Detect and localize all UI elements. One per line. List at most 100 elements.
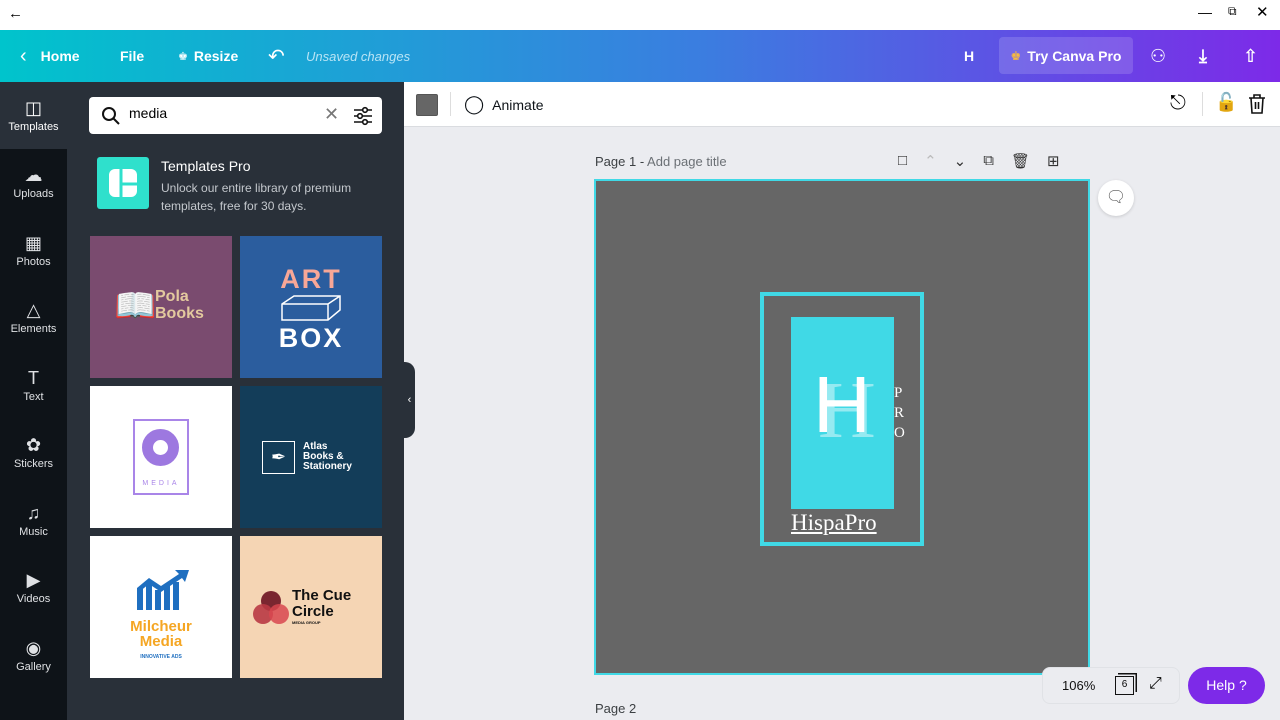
close-window-icon[interactable]: ✕ (1256, 3, 1269, 21)
template-milcheur-media[interactable]: Milcheur Media INNOVATIVE ADS (90, 536, 232, 678)
publish-icon[interactable]: ⇧ (1243, 30, 1258, 82)
search-input[interactable] (129, 105, 319, 121)
sidebar-item-label: Elements (10, 323, 57, 335)
logo-side-letter: R (894, 405, 905, 421)
divider (1202, 92, 1203, 116)
template-text: Pola (155, 288, 189, 305)
sidebar-item-videos[interactable]: ▶ Videos (0, 555, 67, 622)
promo-desc-line: Unlock our entire library of premium (161, 181, 352, 195)
filter-sliders-icon[interactable] (353, 106, 373, 126)
image-icon: ▦ (24, 232, 42, 253)
animate-icon: ◯ (464, 94, 485, 114)
sidebar-item-label: Photos (16, 255, 51, 268)
top-header: ‹ Home File ♚ Resize ↶ Unsaved changes H ♚… (0, 30, 1280, 82)
file-label: File (120, 48, 145, 64)
sidebar-item-photos[interactable]: ▦ Photos (0, 217, 67, 284)
templates-pro-logo[interactable] (97, 157, 149, 209)
download-icon[interactable]: ⤓ (1199, 30, 1207, 82)
template-art-box[interactable]: ART BOX (240, 236, 382, 378)
logo-block[interactable]: H H (791, 317, 894, 509)
template-text: Media (139, 633, 183, 650)
add-page-icon[interactable]: ⊞ (1047, 152, 1060, 170)
sidebar-item-uploads[interactable]: ☁ Uploads (0, 150, 67, 217)
sidebar-item-templates[interactable]: ◫ Templates (0, 82, 67, 149)
logo-name[interactable]: HispaPro (791, 510, 877, 536)
share-people-icon[interactable]: ⚇ (1150, 30, 1166, 82)
page-actions: □ ⌃ ⌄ ⧉ 🗑 ⊞ (898, 152, 1060, 170)
template-text: ART (280, 264, 342, 294)
editor-toolbar: ◯ Animate ⎋ 🔓 (404, 82, 1280, 127)
template-text: Milcheur (130, 618, 192, 635)
fullscreen-icon[interactable]: ⤢ (1149, 675, 1162, 693)
page-title-input[interactable]: Add page title (647, 154, 727, 169)
sticker-icon: ✿ (25, 435, 42, 455)
home-label: Home (40, 48, 80, 64)
home-button[interactable]: ‹ Home (20, 30, 80, 82)
template-media[interactable]: MEDIA (90, 386, 232, 528)
paint-roller-icon[interactable]: ⎋ (1170, 92, 1186, 115)
template-text: BOX (278, 323, 344, 353)
sidebar-item-text[interactable]: T Text (0, 352, 67, 419)
user-avatar[interactable]: H (964, 30, 974, 82)
crown-icon: ♚ (1010, 48, 1022, 63)
help-button[interactable]: Help ? (1188, 667, 1265, 704)
templates-pro-icon (109, 169, 137, 197)
crown-icon: ♚ (178, 50, 188, 63)
sidebar-item-elements[interactable]: △ Elements (0, 285, 67, 352)
trash-icon[interactable] (1248, 94, 1266, 114)
sidebar-item-music[interactable]: ♫ Music (0, 487, 67, 554)
templates-panel: ✕ Templates Pro Unlock our entire librar… (67, 82, 404, 720)
template-pola-books[interactable]: 📖 Pola Books (90, 236, 232, 378)
logo-letter: H (813, 360, 871, 449)
sidebar-item-label: Videos (16, 593, 51, 605)
background-color-swatch[interactable] (416, 94, 438, 116)
undo-icon[interactable]: ↶ (268, 30, 285, 82)
move-up-icon[interactable]: ⌃ (924, 152, 937, 170)
ring-logo-icon (142, 429, 179, 466)
page-1-header: Page 1 - Add page title (595, 154, 727, 169)
template-atlas-books[interactable]: ✒ Atlas Books & Stationery (240, 386, 382, 528)
template-text: Stationery (303, 461, 352, 472)
duplicate-page-icon[interactable]: ⧉ (983, 152, 994, 170)
templates-icon: ◫ (24, 97, 42, 118)
template-cue-circle[interactable]: The Cue Circle MEDIA GROUP (240, 536, 382, 678)
unlock-icon[interactable]: 🔓 (1215, 92, 1237, 113)
page-count-button[interactable]: 6 (1115, 676, 1134, 695)
animate-button[interactable]: ◯ Animate (464, 94, 544, 115)
upload-cloud-icon: ☁ (24, 165, 43, 185)
feather-icon: ✒ (262, 441, 295, 474)
promo-desc-line: templates, free for 30 days. (161, 199, 307, 213)
box-icon (281, 295, 341, 321)
collapse-panel-handle[interactable]: ‹ (404, 362, 415, 438)
sidebar-item-stickers[interactable]: ✿ Stickers (0, 420, 67, 487)
zoom-level[interactable]: 106% (1062, 678, 1095, 693)
design-canvas-page-1[interactable]: H H PRO HispaPro (594, 179, 1090, 675)
add-comment-icon[interactable]: 🗨 (1098, 180, 1134, 216)
text-icon: T (28, 367, 39, 388)
file-menu[interactable]: File (120, 30, 144, 82)
back-arrow-icon[interactable]: ← (8, 5, 23, 22)
circles-logo-icon (253, 591, 289, 624)
template-text: MEDIA (142, 480, 180, 487)
sidebar-item-label: Templates (8, 120, 59, 133)
zoom-controls: 106% 6 ⤢ (1042, 667, 1180, 704)
logo-side-text[interactable]: PRO (894, 383, 905, 443)
sidebar-item-label: Gallery (16, 660, 51, 673)
animate-label: Animate (492, 96, 544, 113)
search-box[interactable]: ✕ (89, 97, 382, 134)
try-pro-label: Try Canva Pro (1027, 47, 1122, 64)
note-icon[interactable]: □ (898, 152, 907, 170)
page-1-label: Page 1 - (595, 154, 648, 169)
bar-chart-arrow-icon (137, 570, 189, 610)
delete-page-icon[interactable]: 🗑 (1011, 152, 1030, 170)
restore-icon[interactable]: ⧉ (1228, 4, 1237, 19)
move-down-icon[interactable]: ⌄ (954, 152, 967, 170)
promo-title[interactable]: Templates Pro (161, 158, 250, 174)
resize-button[interactable]: ♚ Resize (178, 30, 238, 82)
book-icon: 📖 (114, 287, 157, 325)
sidebar-item-gallery[interactable]: ◉ Gallery (0, 622, 67, 689)
music-icon: ♫ (26, 502, 41, 523)
try-canva-pro-button[interactable]: ♚ Try Canva Pro (999, 37, 1133, 74)
minimize-icon[interactable]: — (1198, 4, 1212, 20)
clear-search-icon[interactable]: ✕ (324, 104, 339, 125)
